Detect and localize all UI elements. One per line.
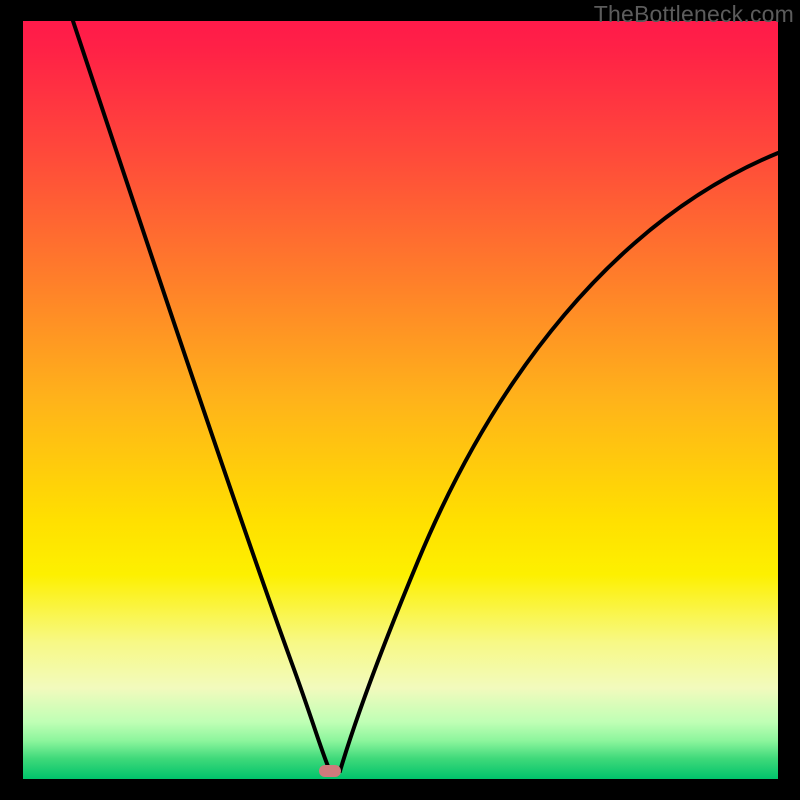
chart-frame: TheBottleneck.com — [0, 0, 800, 800]
minimum-marker — [319, 765, 341, 777]
watermark-text: TheBottleneck.com — [594, 1, 794, 28]
bottleneck-curve — [23, 21, 778, 779]
plot-area — [23, 21, 778, 779]
curve-path — [73, 21, 778, 771]
